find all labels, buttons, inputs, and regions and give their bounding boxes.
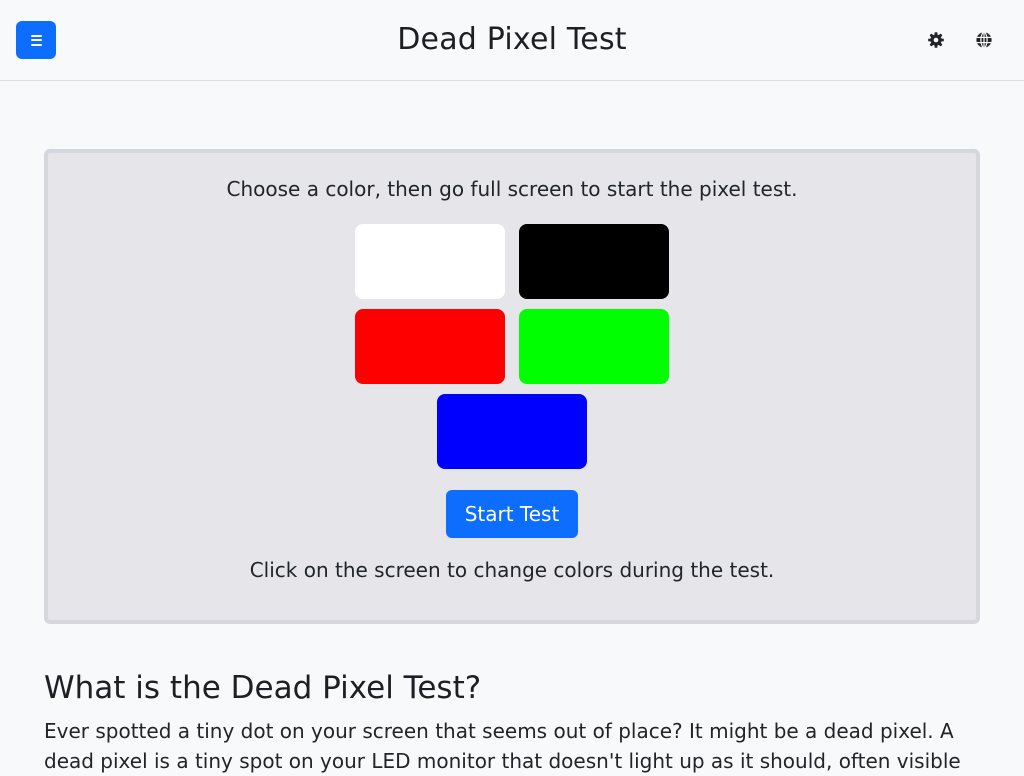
gear-icon[interactable] [927, 31, 945, 49]
green-swatch[interactable] [519, 309, 669, 384]
panel-instructions: Choose a color, then go full screen to s… [226, 177, 798, 201]
page-title: Dead Pixel Test [397, 22, 627, 57]
white-swatch[interactable] [355, 224, 505, 299]
blue-swatch[interactable] [437, 394, 587, 469]
hamburger-menu-icon [30, 34, 42, 46]
section-paragraph: Ever spotted a tiny dot on your screen t… [44, 719, 961, 773]
pixel-test-panel: Choose a color, then go full screen to s… [44, 149, 980, 624]
site-header: Dead Pixel Test [0, 0, 1024, 81]
menu-button[interactable] [16, 21, 56, 59]
globe-icon[interactable] [975, 31, 993, 49]
black-swatch[interactable] [519, 224, 669, 299]
section-heading: What is the Dead Pixel Test? [44, 670, 482, 706]
start-test-button[interactable]: Start Test [446, 490, 578, 538]
panel-hint: Click on the screen to change colors dur… [249, 558, 775, 582]
red-swatch[interactable] [355, 309, 505, 384]
